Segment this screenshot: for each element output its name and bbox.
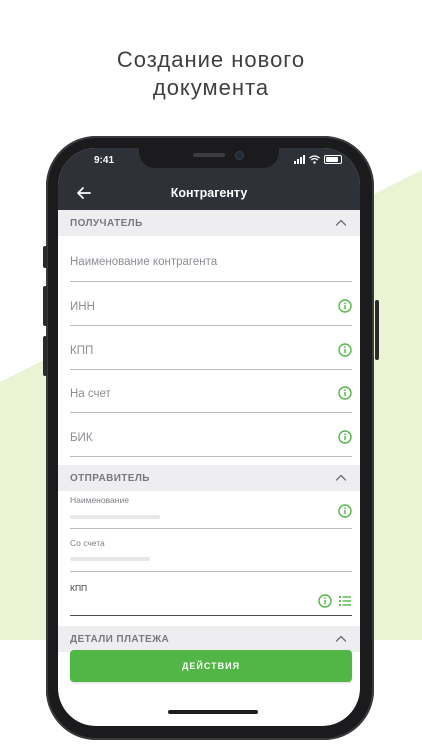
headline-line-1: Создание нового [116, 47, 306, 72]
chevron-up-icon[interactable] [334, 632, 348, 646]
status-bar: 9:41 [58, 148, 360, 176]
account-placeholder: На счет [70, 388, 111, 400]
kpp-field[interactable]: КПП [70, 326, 352, 370]
chevron-up-icon[interactable] [334, 216, 348, 230]
info-circle-icon[interactable] [318, 594, 332, 608]
section-title-recipient: ПОЛУЧАТЕЛЬ [70, 217, 143, 229]
phone-volume-up-button [43, 286, 47, 326]
actions-button[interactable]: ДЕЙСТВИЯ [70, 650, 352, 682]
bik-placeholder: БИК [70, 432, 93, 444]
phone-side-button [43, 246, 47, 268]
counterparty-name-placeholder: Наименование контрагента [70, 256, 218, 268]
kpp-placeholder: КПП [70, 345, 94, 357]
sender-kpp-label: КПП [70, 583, 88, 593]
phone-power-button [375, 300, 379, 360]
page-title: Контрагенту [170, 186, 248, 200]
phone-volume-down-button [43, 336, 47, 376]
status-icons [294, 155, 342, 164]
info-circle-icon[interactable] [338, 299, 352, 313]
chevron-up-icon[interactable] [334, 471, 348, 485]
section-header-recipient[interactable]: ПОЛУЧАТЕЛЬ [58, 210, 360, 236]
cellular-signal-icon [294, 155, 305, 164]
phone-screen: 9:41 Контрагенту ПОЛУЧАТЕЛЬ Наименование… [58, 148, 360, 726]
sender-kpp-field[interactable]: КПП [70, 572, 352, 616]
field-underline [70, 456, 352, 457]
navigation-bar: Контрагенту [58, 176, 360, 210]
bik-field[interactable]: БИК [70, 413, 352, 457]
sender-name-value [70, 515, 160, 519]
info-circle-icon[interactable] [338, 430, 352, 444]
headline: Создание нового документа [0, 46, 422, 102]
info-circle-icon[interactable] [338, 504, 352, 518]
from-account-field[interactable]: Со счета [70, 529, 352, 572]
headline-line-2: документа [152, 75, 270, 100]
field-underline-active [70, 614, 352, 616]
counterparty-name-field[interactable]: Наименование контрагента [70, 236, 352, 282]
battery-icon [324, 155, 342, 164]
info-circle-icon[interactable] [338, 343, 352, 357]
wifi-icon [309, 155, 320, 164]
sender-name-field[interactable]: Наименование [70, 491, 352, 529]
section-header-sender[interactable]: ОТПРАВИТЕЛЬ [58, 465, 360, 491]
home-indicator [168, 710, 258, 714]
section-title-sender: ОТПРАВИТЕЛЬ [70, 472, 150, 484]
from-account-value [70, 557, 150, 561]
info-circle-icon[interactable] [338, 386, 352, 400]
speaker-grille [193, 153, 225, 157]
form-content: ПОЛУЧАТЕЛЬ Наименование контрагента ИНН … [58, 210, 360, 726]
front-camera [235, 151, 244, 160]
phone-notch [139, 148, 279, 168]
inn-placeholder: ИНН [70, 301, 95, 313]
account-field[interactable]: На счет [70, 370, 352, 413]
status-time: 9:41 [94, 155, 115, 166]
inn-field[interactable]: ИНН [70, 282, 352, 326]
from-account-label: Со счета [70, 538, 105, 548]
list-icon[interactable] [338, 594, 352, 608]
section-header-payment-details[interactable]: ДЕТАЛИ ПЛАТЕЖА [58, 626, 360, 652]
sender-name-label: Наименование [70, 495, 129, 505]
section-title-payment-details: ДЕТАЛИ ПЛАТЕЖА [70, 633, 170, 645]
